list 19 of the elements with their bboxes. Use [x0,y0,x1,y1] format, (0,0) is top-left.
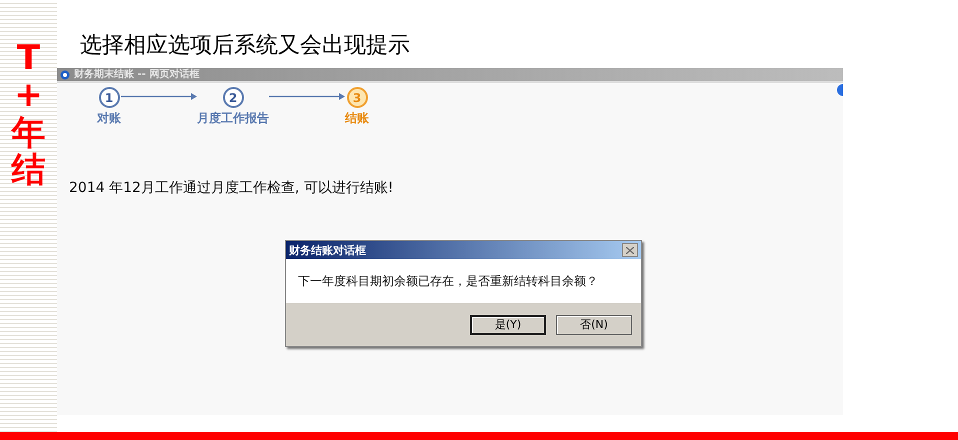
step-number: 1 [98,87,120,108]
step-number: 3 [346,87,368,108]
window-title: 财务期末结账 -- 网页对话框 [74,68,200,81]
arrow-icon [269,92,345,101]
dialog-button[interactable]: 否(N) [556,314,632,334]
arrow-icon [121,92,197,101]
dialog-message: 下一年度科目期初余额已存在，是否重新结转科目余额？ [298,272,598,290]
close-icon [626,246,634,254]
step-label: 对账 [97,110,121,127]
step-number: 2 [222,87,244,108]
close-button[interactable] [622,243,638,257]
browser-icon [60,70,70,80]
step-label: 结账 [345,110,369,127]
slide-title: 选择相应选项后系统又会出现提示 [80,32,411,60]
dialog-button[interactable]: 是(Y) [470,314,546,334]
side-title: T+年结 [12,40,46,190]
step-label: 月度工作报告 [197,110,269,127]
status-message: 2014 年12月工作通过月度工作检查, 可以进行结账! [69,179,394,197]
dialog-title: 财务结账对话框 [289,242,366,258]
